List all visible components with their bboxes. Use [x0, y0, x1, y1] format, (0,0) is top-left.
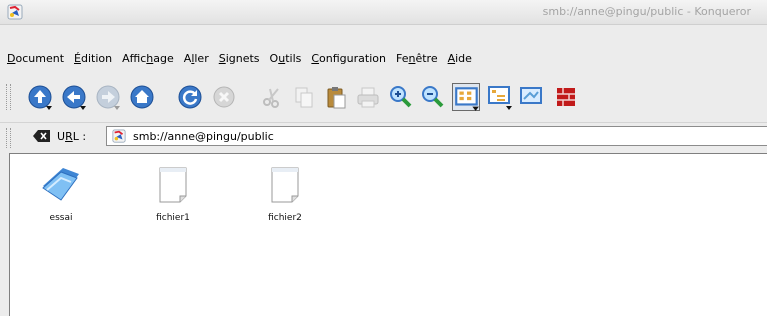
menu-outils-post: tils	[285, 51, 302, 65]
menu-fenetre-post: être	[415, 51, 438, 65]
menu-aller-post: ler	[194, 51, 209, 65]
menu-signets-post: ignets	[225, 51, 260, 65]
tree-view-button[interactable]	[486, 83, 514, 111]
file-name: fichier1	[156, 213, 190, 223]
zoom-in-icon	[390, 86, 412, 108]
file-name: essai	[49, 213, 73, 223]
zoom-out-icon	[422, 86, 444, 108]
clear-location-icon[interactable]	[33, 129, 51, 143]
home-button[interactable]	[128, 83, 156, 111]
file-name: fichier2	[268, 213, 302, 223]
menu-aide[interactable]: Aide	[447, 52, 473, 65]
menu-affichage[interactable]: Affichage	[121, 52, 175, 65]
url-label-post: L :	[72, 130, 87, 143]
file-item-essai[interactable]: essai	[26, 166, 96, 223]
menu-affichage-post: age	[153, 51, 174, 65]
file-item-fichier1[interactable]: fichier1	[138, 166, 208, 223]
location-toolbar: URL :	[0, 122, 767, 151]
copy-icon	[295, 87, 313, 108]
print-button[interactable]	[354, 83, 382, 111]
preview-button[interactable]	[518, 83, 546, 111]
stop-button[interactable]	[210, 83, 238, 111]
reload-icon	[178, 85, 202, 109]
up-arrow-icon	[28, 85, 52, 110]
menu-configuration-post: onfiguration	[319, 51, 386, 65]
url-label-accel: R	[65, 130, 73, 143]
document-icon	[271, 167, 299, 203]
copy-button[interactable]	[290, 83, 318, 111]
up-button[interactable]	[26, 83, 54, 111]
stop-icon	[213, 86, 235, 108]
paste-icon	[327, 87, 346, 109]
window-title: smb://anne@pingu/public - Konqueror	[542, 5, 751, 18]
location-toolbar-grip[interactable]	[6, 128, 11, 148]
main-toolbar	[0, 78, 767, 116]
file-item-fichier2[interactable]: fichier2	[250, 166, 320, 223]
konqueror-favicon-icon	[112, 129, 126, 143]
zoom-in-button[interactable]	[386, 83, 414, 111]
back-arrow-icon	[62, 85, 86, 110]
menu-aide-accel: A	[447, 51, 456, 65]
menu-fenetre-pre: Fe	[395, 51, 409, 65]
document-icon	[159, 167, 187, 203]
security-button[interactable]	[552, 83, 580, 111]
menu-document-post: ocument	[15, 51, 65, 65]
menu-fenetre[interactable]: Fenêtre	[395, 52, 439, 65]
file-view[interactable]: essai fichier1 fichier2	[9, 153, 767, 316]
back-button[interactable]	[60, 83, 88, 111]
menu-affichage-pre: Affic	[122, 51, 147, 65]
title-bar[interactable]: smb://anne@pingu/public - Konqueror	[0, 0, 767, 25]
cut-icon	[263, 88, 279, 108]
menu-edition-accel: É	[74, 51, 81, 65]
menu-configuration[interactable]: Configuration	[310, 52, 387, 65]
reload-button[interactable]	[176, 83, 204, 111]
icon-view-button[interactable]	[452, 83, 480, 111]
icon-view-icon	[455, 87, 479, 111]
menu-aller[interactable]: Aller	[183, 52, 210, 65]
forward-button[interactable]	[94, 83, 122, 111]
security-icon	[557, 88, 575, 106]
paste-button[interactable]	[322, 83, 350, 111]
url-label-pre: U	[57, 130, 66, 143]
url-input[interactable]	[133, 130, 733, 143]
menu-configuration-accel: C	[311, 51, 320, 65]
print-icon	[357, 87, 379, 108]
cut-button[interactable]	[258, 83, 286, 111]
menu-bar: Document Édition Affichage Aller Signets…	[0, 47, 767, 69]
forward-arrow-icon	[96, 85, 120, 110]
menu-edition-post: dition	[80, 51, 113, 65]
menu-signets[interactable]: Signets	[218, 52, 261, 65]
menu-outils-pre: O	[269, 51, 279, 65]
tree-view-icon	[488, 86, 512, 110]
home-icon	[130, 85, 154, 109]
url-label: URL :	[57, 130, 86, 143]
konqueror-app-icon[interactable]	[7, 4, 23, 20]
folder-icon	[42, 168, 79, 201]
menu-aide-post: ide	[455, 51, 472, 65]
zoom-out-button[interactable]	[418, 83, 446, 111]
menu-document[interactable]: Document	[6, 52, 65, 65]
url-field[interactable]	[106, 126, 767, 146]
preview-icon	[520, 87, 542, 104]
menu-signets-accel: S	[218, 51, 226, 65]
menu-outils[interactable]: Outils	[269, 52, 303, 65]
toolbar-grip[interactable]	[6, 84, 11, 110]
menu-edition[interactable]: Édition	[73, 52, 113, 65]
